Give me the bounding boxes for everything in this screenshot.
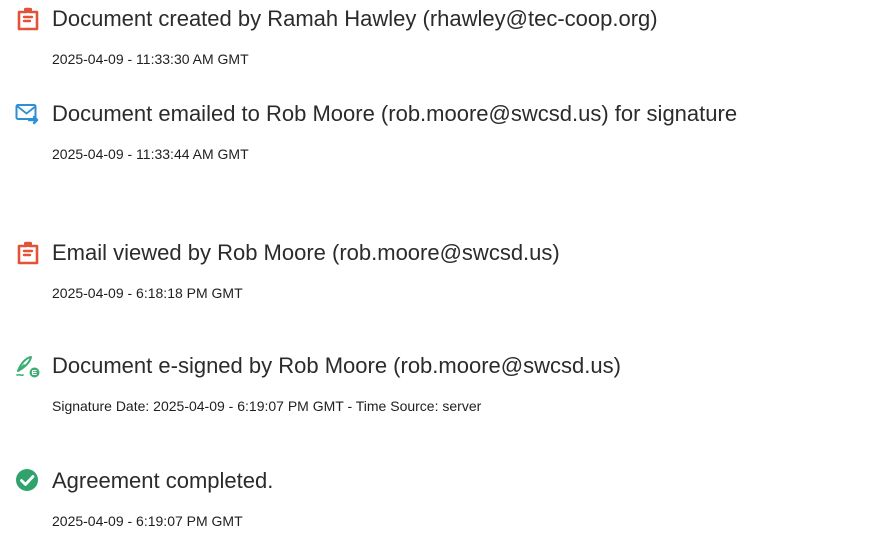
audit-event-viewed: Email viewed by Rob Moore (rob.moore@swc… — [0, 240, 879, 330]
event-title: Document e-signed by Rob Moore (rob.moor… — [52, 353, 621, 378]
e-sign-pen-icon — [15, 353, 41, 379]
audit-event-completed: Agreement completed. 2025-04-09 - 6:19:0… — [0, 468, 879, 558]
document-created-icon — [15, 6, 41, 32]
email-sent-icon — [15, 101, 41, 127]
event-title: Agreement completed. — [52, 468, 274, 493]
audit-event-created: Document created by Ramah Hawley (rhawle… — [0, 6, 879, 96]
email-viewed-icon — [15, 240, 41, 266]
event-timestamp: 2025-04-09 - 11:33:30 AM GMT — [52, 51, 249, 67]
event-timestamp: 2025-04-09 - 6:19:07 PM GMT — [52, 513, 243, 529]
event-timestamp: 2025-04-09 - 11:33:44 AM GMT — [52, 146, 249, 162]
event-timestamp: 2025-04-09 - 6:18:18 PM GMT — [52, 285, 243, 301]
audit-event-signed: Document e-signed by Rob Moore (rob.moor… — [0, 353, 879, 443]
event-title: Email viewed by Rob Moore (rob.moore@swc… — [52, 240, 560, 265]
event-detail: Signature Date: 2025-04-09 - 6:19:07 PM … — [52, 398, 482, 414]
audit-event-emailed: Document emailed to Rob Moore (rob.moore… — [0, 101, 879, 191]
checkmark-circle-icon — [15, 468, 41, 494]
event-title: Document emailed to Rob Moore (rob.moore… — [52, 101, 738, 126]
event-title: Document created by Ramah Hawley (rhawle… — [52, 6, 658, 31]
